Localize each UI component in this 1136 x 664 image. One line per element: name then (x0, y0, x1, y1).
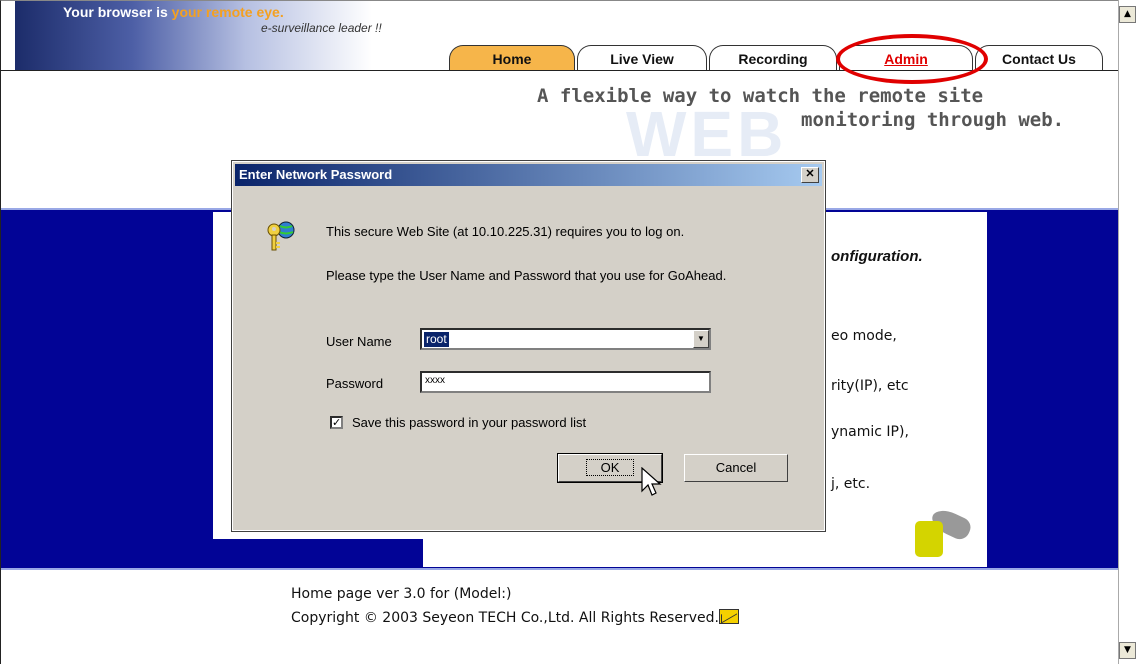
tab-contact-us-label: Contact Us (1002, 51, 1076, 67)
username-label: User Name (326, 334, 392, 349)
config-line-4: j, etc. (831, 476, 871, 492)
username-value: root (424, 332, 449, 347)
scroll-up-icon[interactable]: ▲ (1119, 6, 1136, 23)
slogan-line1: A flexible way to watch the remote site (537, 85, 984, 107)
tab-live-view-label: Live View (610, 51, 674, 67)
padlock-icon (915, 521, 943, 557)
tab-underline (1, 70, 1118, 71)
banner-title-part1: Your browser is (63, 4, 172, 20)
close-icon[interactable]: ✕ (801, 167, 819, 183)
password-field[interactable]: xxxx (420, 371, 711, 393)
save-password-checkbox[interactable]: ✓ (330, 416, 343, 429)
tab-admin-label: Admin (884, 51, 928, 67)
header-banner: Your browser is your remote eye. e-surve… (15, 1, 435, 71)
mouse-cursor-icon (641, 467, 662, 496)
ok-button-label: OK (585, 459, 635, 476)
banner-subtitle: e-surveillance leader !! (261, 21, 382, 35)
username-combobox[interactable]: root ▼ (420, 328, 711, 350)
key-globe-icon (267, 221, 295, 251)
password-label: Password (326, 376, 384, 391)
banner-title-part2: your remote eye. (171, 4, 284, 20)
web-watermark: WEB (626, 98, 788, 170)
dialog-message-1: This secure Web Site (at 10.10.225.31) r… (326, 224, 685, 239)
nav-tabs: Home Live View Recording Admin Contact U… (449, 45, 1104, 71)
vertical-scrollbar[interactable]: ▲ ▼ (1118, 0, 1136, 664)
tab-contact-us[interactable]: Contact Us (975, 45, 1103, 71)
save-password-label: Save this password in your password list (352, 415, 587, 430)
config-heading-fragment: onfiguration. (831, 248, 923, 265)
tab-home[interactable]: Home (449, 45, 575, 71)
dropdown-arrow-icon[interactable]: ▼ (693, 330, 709, 348)
scroll-down-icon[interactable]: ▼ (1119, 642, 1136, 659)
config-line-2: rity(IP), etc (831, 378, 909, 394)
config-line-3: ynamic IP), (831, 424, 909, 440)
dialog-title: Enter Network Password (239, 167, 393, 182)
cancel-button[interactable]: Cancel (684, 454, 788, 482)
config-line-1: eo mode, (831, 328, 897, 344)
network-password-dialog: Enter Network Password ✕ This secure Web… (231, 160, 826, 532)
tab-live-view[interactable]: Live View (577, 45, 707, 71)
footer-copyright: Copyright © 2003 Seyeon TECH Co.,Ltd. Al… (291, 609, 739, 626)
blue-strip (213, 539, 423, 569)
tab-recording[interactable]: Recording (709, 45, 837, 71)
copyright-text: Copyright © 2003 Seyeon TECH Co.,Ltd. Al… (291, 610, 719, 626)
tab-home-label: Home (492, 51, 532, 67)
tab-recording-label: Recording (738, 51, 808, 67)
mail-icon[interactable] (718, 609, 739, 624)
footer-version: Home page ver 3.0 for (Model:) (291, 586, 512, 602)
footer-divider (1, 568, 1118, 570)
dialog-message-2: Please type the User Name and Password t… (326, 268, 727, 283)
dialog-titlebar[interactable]: Enter Network Password ✕ (235, 164, 822, 186)
banner-title: Your browser is your remote eye. (63, 4, 284, 20)
slogan-line2: monitoring through web. (801, 109, 1065, 131)
tab-admin[interactable]: Admin (839, 45, 973, 71)
